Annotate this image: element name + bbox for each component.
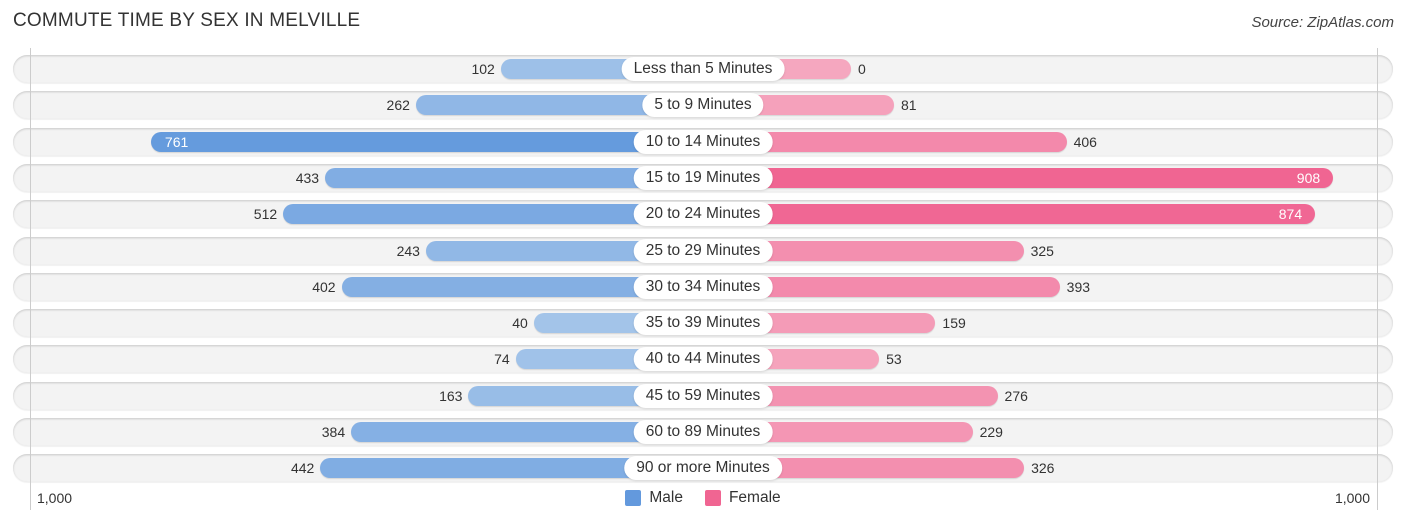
category-label: Less than 5 Minutes bbox=[621, 57, 785, 81]
axis-line-right bbox=[1377, 48, 1378, 510]
category-label: 90 or more Minutes bbox=[624, 456, 782, 480]
value-label-male: 102 bbox=[471, 61, 495, 77]
value-label-male: 512 bbox=[253, 206, 278, 222]
axis-line-left bbox=[30, 48, 31, 510]
value-label-female: 325 bbox=[1030, 243, 1054, 259]
legend-swatch-male bbox=[625, 490, 642, 506]
value-label-female: 393 bbox=[1066, 279, 1091, 295]
value-label-male: 442 bbox=[290, 460, 315, 476]
category-label: 60 to 89 Minutes bbox=[633, 420, 773, 444]
value-label-female: 406 bbox=[1073, 134, 1097, 150]
value-label-female: 874 bbox=[1278, 206, 1303, 222]
legend-item-male[interactable]: Male bbox=[625, 489, 683, 507]
value-label-female: 0 bbox=[858, 61, 866, 77]
category-label: 30 to 34 Minutes bbox=[633, 275, 773, 299]
value-label-female: 81 bbox=[901, 97, 917, 113]
category-label: 40 to 44 Minutes bbox=[633, 347, 773, 371]
category-label: 45 to 59 Minutes bbox=[633, 384, 773, 408]
category-label: 5 to 9 Minutes bbox=[642, 93, 764, 117]
category-label: 35 to 39 Minutes bbox=[633, 311, 773, 335]
value-label-male: 74 bbox=[494, 351, 510, 367]
value-label-female: 159 bbox=[942, 315, 966, 331]
category-label: 20 to 24 Minutes bbox=[633, 202, 773, 226]
value-label-male: 40 bbox=[512, 315, 528, 331]
category-label: 10 to 14 Minutes bbox=[633, 130, 773, 154]
bar-female[interactable] bbox=[703, 168, 1334, 188]
chart-title: COMMUTE TIME BY SEX IN MELVILLE bbox=[13, 10, 361, 31]
bar-male[interactable] bbox=[150, 132, 703, 152]
value-label-female: 326 bbox=[1031, 460, 1055, 476]
value-label-male: 402 bbox=[312, 279, 336, 295]
value-label-female: 276 bbox=[1004, 388, 1028, 404]
value-label-male: 433 bbox=[295, 170, 320, 186]
legend: Male Female bbox=[0, 489, 1406, 507]
value-label-female: 229 bbox=[979, 424, 1003, 440]
value-label-female: 908 bbox=[1296, 170, 1321, 186]
legend-label-male: Male bbox=[649, 489, 683, 506]
value-label-male: 262 bbox=[386, 97, 410, 113]
value-label-male: 163 bbox=[439, 388, 463, 404]
source-credit: Source: ZipAtlas.com bbox=[1251, 14, 1394, 31]
legend-label-female: Female bbox=[728, 489, 781, 506]
category-label: 25 to 29 Minutes bbox=[633, 239, 773, 263]
value-label-female: 53 bbox=[886, 351, 902, 367]
value-label-male: 384 bbox=[321, 424, 346, 440]
legend-swatch-female bbox=[704, 490, 721, 506]
bar-female[interactable] bbox=[703, 204, 1316, 224]
value-label-male: 243 bbox=[396, 243, 420, 259]
value-label-male: 761 bbox=[164, 134, 189, 150]
category-label: 15 to 19 Minutes bbox=[633, 166, 773, 190]
legend-item-female[interactable]: Female bbox=[704, 489, 781, 507]
